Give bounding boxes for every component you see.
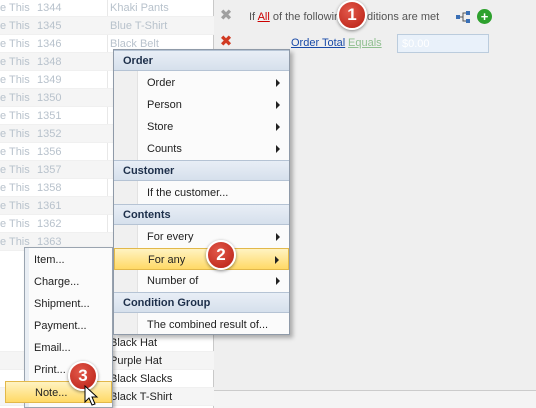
submenu-arrow-icon	[276, 277, 280, 285]
menu-item-label: The combined result of...	[147, 319, 269, 331]
submenu-arrow-icon	[276, 79, 280, 87]
menu-item-label: Person	[147, 99, 182, 111]
remove-icon[interactable]: ✖	[219, 8, 233, 23]
menu-item[interactable]: If the customer...	[114, 182, 289, 204]
table-cell: e This	[0, 110, 30, 122]
menu-section-header: Contents	[114, 204, 289, 225]
table-cell: 1351	[37, 110, 62, 122]
table-cell: Black T-Shirt	[110, 391, 173, 403]
table-cell: Blue T-Shirt	[110, 20, 168, 32]
table-cell: e This	[0, 74, 30, 86]
menu-item[interactable]: Number of	[114, 270, 289, 292]
table-cell: e This	[0, 164, 30, 176]
note-submenu: Item... Charge... Shipment... Payment... Ema…	[5, 247, 113, 408]
remove-icon[interactable]: ✖	[219, 34, 233, 49]
panel-bottom-bar	[214, 390, 536, 408]
menu-item-label: For any	[148, 254, 186, 266]
menu-item-label: Number of	[147, 275, 199, 287]
submenu-arrow-icon	[276, 145, 280, 153]
menu-item-label: Counts	[147, 143, 182, 155]
operator-link[interactable]: Equals	[348, 37, 382, 49]
submenu-arrow-icon	[276, 101, 280, 109]
table-row[interactable]: e This 1345 Blue T-Shirt	[0, 17, 214, 35]
header-prefix: If	[249, 11, 256, 23]
menu-item-label: Store	[147, 121, 174, 133]
submenu-arrow-icon	[276, 233, 280, 241]
table-cell: 1357	[37, 164, 62, 176]
table-cell: 1362	[37, 218, 62, 230]
table-cell: 1345	[37, 20, 62, 32]
table-cell: 1352	[37, 128, 62, 140]
value-input[interactable]	[397, 34, 489, 53]
all-link[interactable]: All	[258, 11, 270, 23]
submenu-item[interactable]: Item...	[25, 249, 112, 271]
table-cell: e This	[0, 38, 30, 50]
table-cell: 1346	[37, 38, 62, 50]
table-cell: 1361	[37, 200, 62, 212]
table-cell: 1350	[37, 92, 62, 104]
menu-section-header: Customer	[114, 160, 289, 181]
table-cell: Black Hat	[110, 337, 158, 349]
submenu-item[interactable]: Payment...	[25, 315, 112, 337]
table-cell: e This	[0, 56, 30, 68]
condition-header-row: ✖ If All of the following conditions are…	[214, 6, 536, 28]
mouse-cursor-icon	[84, 385, 99, 406]
menu-item[interactable]: Person	[114, 94, 289, 116]
table-cell: e This	[0, 218, 30, 230]
table-row[interactable]: e This 1344 Khaki Pants	[0, 0, 214, 17]
menu-item-label: If the customer...	[147, 187, 229, 199]
tree-icon[interactable]	[455, 10, 471, 24]
table-cell: e This	[0, 20, 30, 32]
field-link[interactable]: Order Total	[291, 37, 345, 49]
submenu-arrow-icon	[275, 256, 279, 264]
menu-item-label: Order	[147, 77, 176, 89]
callout-badge-2: 2	[206, 240, 236, 270]
table-cell: Purple Hat	[110, 355, 162, 367]
table-cell: 1349	[37, 74, 62, 86]
add-icon[interactable]: +	[477, 9, 492, 24]
menu-item[interactable]: The combined result of...	[114, 314, 289, 336]
table-cell: e This	[0, 146, 30, 158]
condition-context-menu: Order Order Person Store Counts Customer If th…	[113, 49, 290, 335]
table-cell: e This	[0, 2, 30, 14]
submenu-item[interactable]: Charge...	[25, 271, 112, 293]
menu-section-header: Order	[114, 50, 289, 71]
table-cell: 1344	[37, 2, 62, 14]
menu-item[interactable]: For any	[114, 248, 289, 270]
submenu-item[interactable]: Shipment...	[25, 293, 112, 315]
menu-item[interactable]: For every	[114, 226, 289, 248]
menu-item[interactable]: Counts	[114, 138, 289, 160]
menu-item[interactable]: Store	[114, 116, 289, 138]
table-cell: Black Slacks	[110, 373, 173, 385]
table-cell: e This	[0, 182, 30, 194]
table-cell: e This	[0, 200, 30, 212]
table-cell: 1358	[37, 182, 62, 194]
table-cell: e This	[0, 92, 30, 104]
menu-section-header: Condition Group	[114, 292, 289, 313]
submenu-arrow-icon	[276, 123, 280, 131]
submenu-item[interactable]: Email...	[25, 337, 112, 359]
callout-badge-1: 1	[337, 0, 367, 30]
menu-item[interactable]: Order	[114, 72, 289, 94]
table-cell: e This	[0, 128, 30, 140]
table-cell: 1356	[37, 146, 62, 158]
menu-item-label: For every	[147, 231, 194, 243]
table-cell: 1348	[37, 56, 62, 68]
table-cell: Khaki Pants	[110, 2, 169, 14]
